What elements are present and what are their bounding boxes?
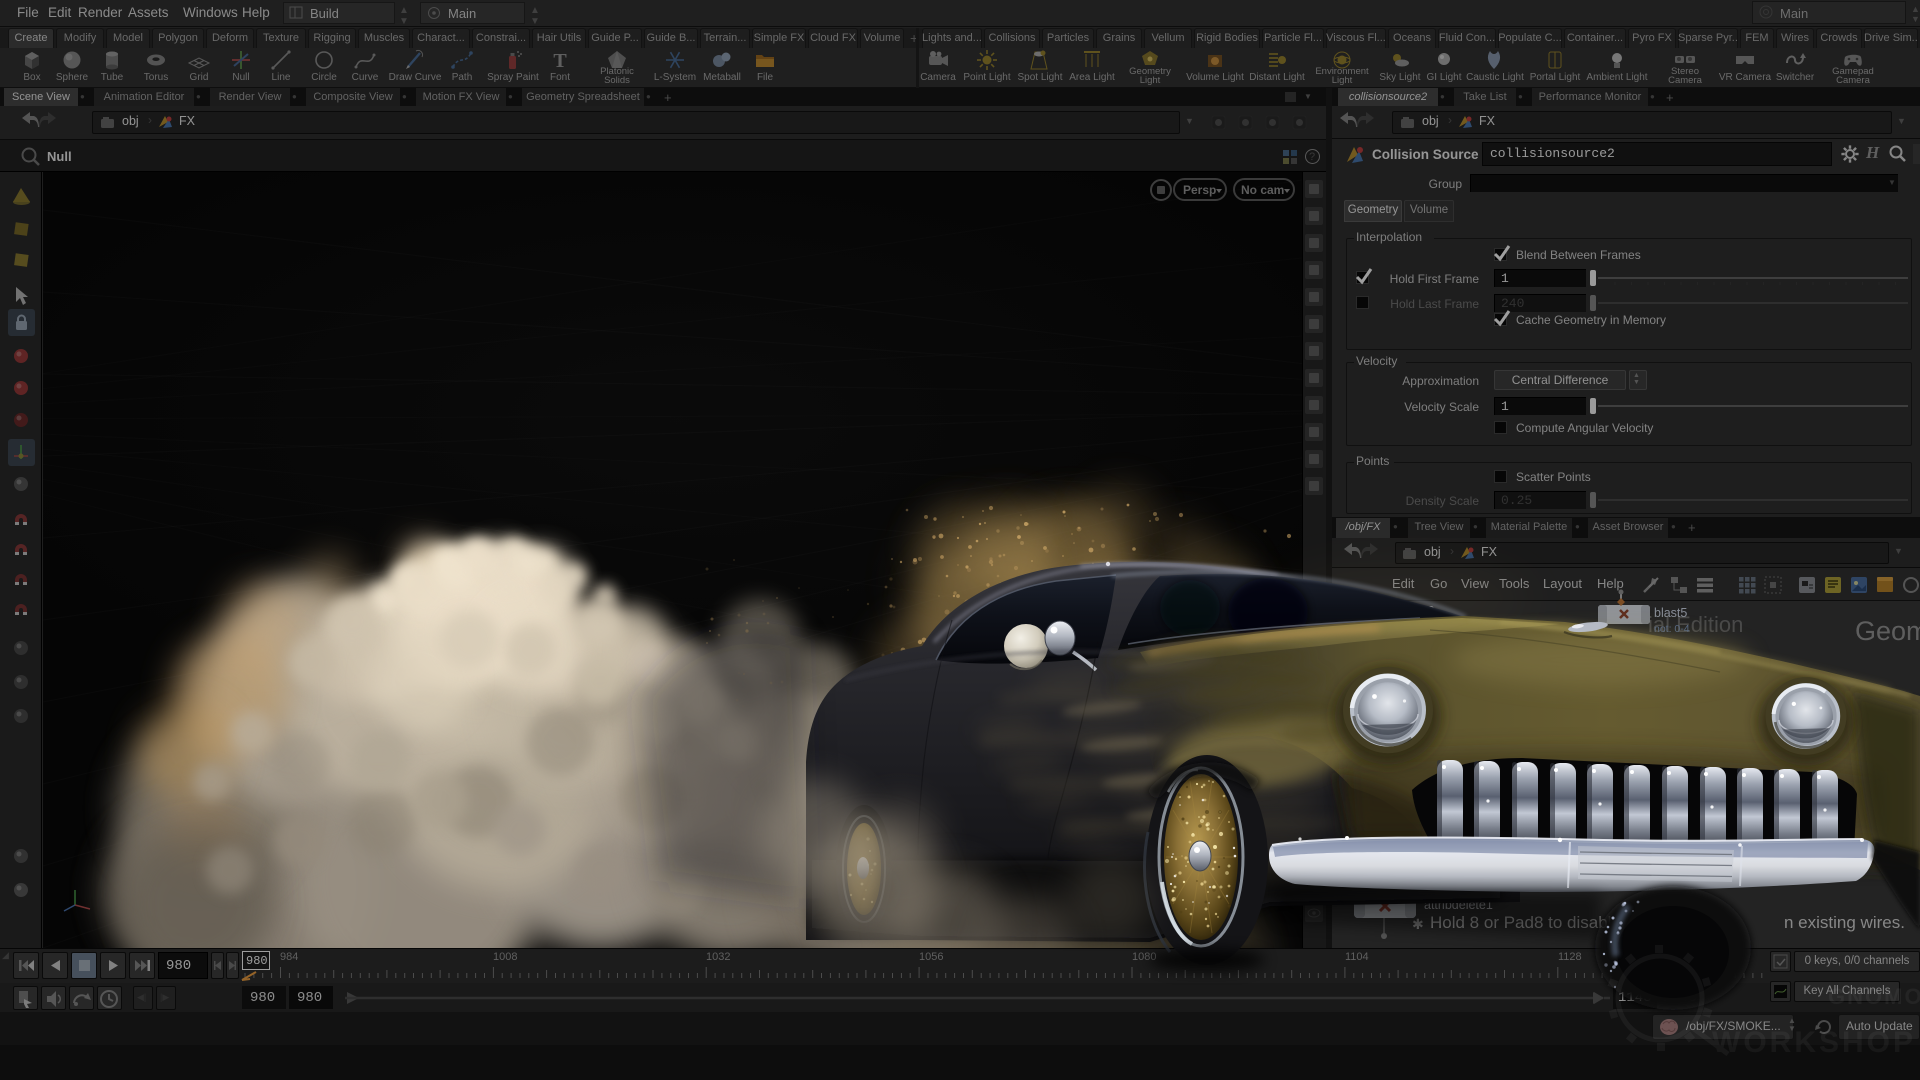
svg-text:GNOMON: GNOMON [1828,984,1920,1009]
svg-text:WORKSHOP: WORKSHOP [1712,1026,1916,1059]
svg-text:1080: 1080 [1132,951,1156,963]
svg-text:1032: 1032 [706,951,730,963]
svg-text:T: T [553,50,567,72]
svg-text:984: 984 [280,951,298,963]
svg-text:1104: 1104 [1345,951,1369,963]
svg-text:1056: 1056 [919,951,943,963]
svg-text:1008: 1008 [493,951,517,963]
